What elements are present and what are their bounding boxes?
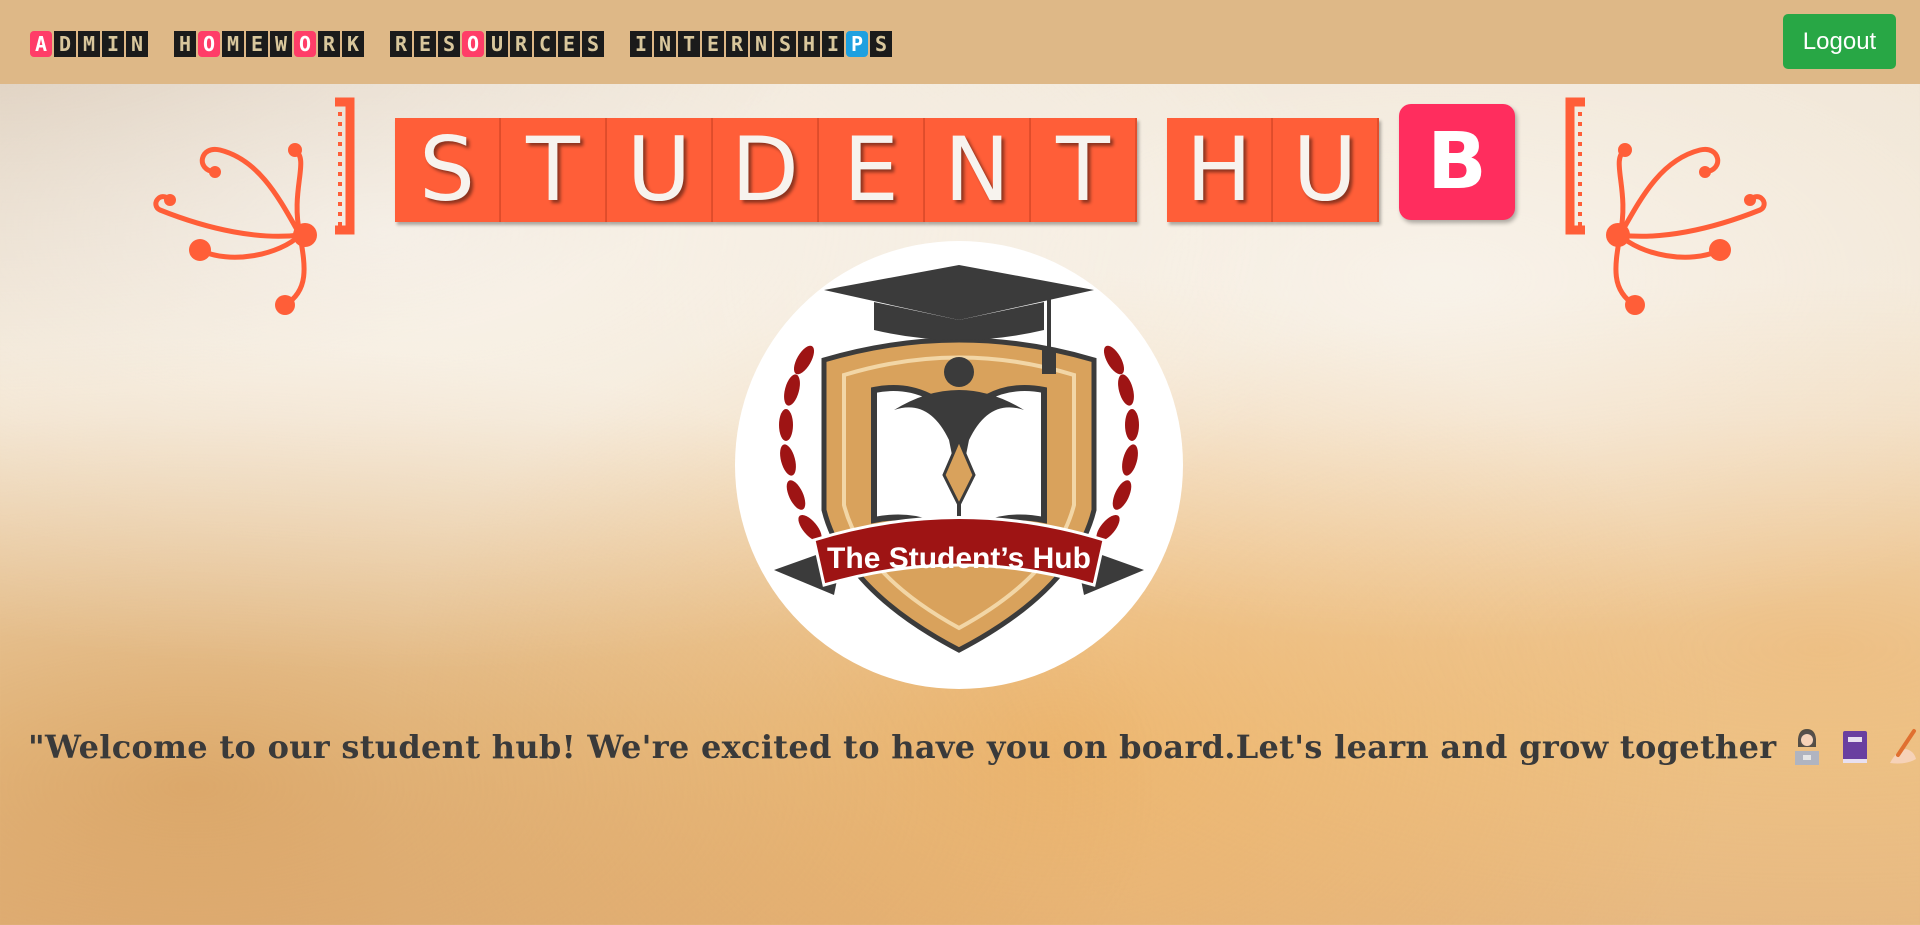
nav-item-resources[interactable]: RESOURCES <box>390 31 606 57</box>
right-flourish-icon <box>1613 146 1767 308</box>
title-word-hub: HU <box>1167 118 1379 222</box>
nav-letter-tile: U <box>486 31 508 57</box>
book-icon <box>1838 727 1872 767</box>
nav-letter-tile: R <box>318 31 340 57</box>
nav-letter-tile: M <box>78 31 100 57</box>
nav-letter-tile: H <box>174 31 196 57</box>
nav-letter-tile: R <box>510 31 532 57</box>
nav-letter-tile: N <box>126 31 148 57</box>
nav-letter-tile: I <box>102 31 124 57</box>
nav-letter-tile: R <box>390 31 412 57</box>
title-letter: U <box>607 118 713 222</box>
nav-letter-tile: P <box>846 31 868 57</box>
nav-letter-tile: T <box>678 31 700 57</box>
nav-letter-tile: D <box>54 31 76 57</box>
nav-letter-tile: E <box>414 31 436 57</box>
welcome-message: "Welcome to our student hub! We're excit… <box>28 720 1920 774</box>
nav-letter-tile: E <box>702 31 724 57</box>
navbar: ADMINHOMEWORKRESOURCESINTERNSHIPS Logout <box>0 0 1920 84</box>
nav-letter-tile: M <box>222 31 244 57</box>
nav-menu: ADMINHOMEWORKRESOURCESINTERNSHIPS <box>30 31 918 57</box>
title-letter: E <box>819 118 925 222</box>
nav-letter-tile: A <box>30 31 52 57</box>
nav-letter-tile: E <box>558 31 580 57</box>
right-flourish-dots <box>1606 143 1756 315</box>
nav-letter-tile: I <box>630 31 652 57</box>
nav-letter-tile: R <box>726 31 748 57</box>
writing-hand-icon <box>1886 727 1920 767</box>
title-letter: T <box>1031 118 1137 222</box>
nav-letter-tile: H <box>798 31 820 57</box>
title-accent-letter: B <box>1399 104 1515 220</box>
nav-letter-tile: S <box>582 31 604 57</box>
title-letter: S <box>395 118 501 222</box>
nav-letter-tile: O <box>198 31 220 57</box>
title-letter: N <box>925 118 1031 222</box>
welcome-text: "Welcome to our student hub! We're excit… <box>28 728 1777 766</box>
left-bracket-icon <box>335 97 355 235</box>
nav-item-admin[interactable]: ADMIN <box>30 31 150 57</box>
right-bracket-icon <box>1565 97 1585 235</box>
nav-letter-tile: N <box>654 31 676 57</box>
woman-at-laptop-icon <box>1790 727 1824 767</box>
nav-item-internships[interactable]: INTERNSHIPS <box>630 31 894 57</box>
nav-letter-tile: W <box>270 31 292 57</box>
title-letter: D <box>713 118 819 222</box>
nav-letter-tile: K <box>342 31 364 57</box>
nav-letter-tile: O <box>462 31 484 57</box>
site-title: STUDENT HU B <box>395 104 1515 222</box>
nav-letter-tile: O <box>294 31 316 57</box>
logout-button[interactable]: Logout <box>1783 14 1896 69</box>
logo-text: The Student’s Hub <box>827 542 1091 575</box>
title-letter: T <box>501 118 607 222</box>
title-letter: H <box>1167 118 1273 222</box>
student-hub-logo: The Student’s Hub <box>734 240 1184 694</box>
nav-letter-tile: E <box>246 31 268 57</box>
nav-letter-tile: C <box>534 31 556 57</box>
title-letter: U <box>1273 118 1379 222</box>
nav-letter-tile: S <box>774 31 796 57</box>
nav-letter-tile: I <box>822 31 844 57</box>
title-word-student: STUDENT <box>395 118 1137 222</box>
nav-letter-tile: N <box>750 31 772 57</box>
left-flourish-icon <box>153 146 307 308</box>
nav-letter-tile: S <box>870 31 892 57</box>
nav-letter-tile: S <box>438 31 460 57</box>
nav-item-homework[interactable]: HOMEWORK <box>174 31 366 57</box>
